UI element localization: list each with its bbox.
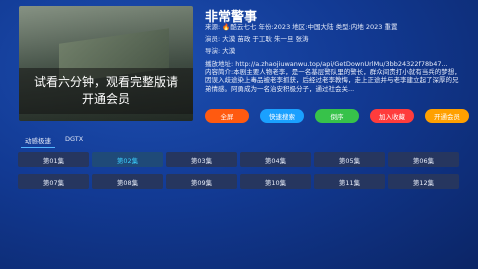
action-buttons: 全屏 快速搜索 倒序 加入收藏 开通会员: [205, 109, 469, 123]
source-tab[interactable]: 动感极速: [21, 133, 55, 148]
desc-label: 内容简介:: [205, 68, 234, 76]
region-value: 中国大陆: [307, 23, 334, 31]
open-membership-button[interactable]: 开通会员: [425, 109, 469, 123]
source-tab[interactable]: DGTX: [61, 133, 87, 148]
source-label: 来源:: [205, 23, 221, 31]
trial-notice-overlay: 试看六分钟，观看完整版请开通会员: [19, 68, 193, 114]
director-label: 导演:: [205, 47, 221, 55]
episode-button[interactable]: 第01集: [18, 152, 89, 167]
episode-grid: 第01集 第02集 第03集 第04集 第05集 第06集 第07集 第08集 …: [18, 152, 459, 189]
source-tabs: 动感极速 DGTX: [21, 133, 87, 148]
episode-button[interactable]: 第08集: [92, 174, 163, 189]
add-favorite-button[interactable]: 加入收藏: [370, 109, 414, 123]
cast-value: 大漠 苗政 于工耿 朱一旦 张涛: [222, 35, 309, 43]
episode-button[interactable]: 第05集: [314, 152, 385, 167]
episode-button[interactable]: 第07集: [18, 174, 89, 189]
fullscreen-button[interactable]: 全屏: [205, 109, 249, 123]
video-player[interactable]: 试看六分钟，观看完整版请开通会员: [19, 6, 193, 121]
episode-button[interactable]: 第04集: [240, 152, 311, 167]
episode-button[interactable]: 第12集: [388, 174, 459, 189]
desc-value: 本剧主要人物老李，是一名基层警队里的警长，群众间责打小就有当兵的梦想，因误入歧途…: [205, 68, 461, 93]
meta-line-url: 播放地址: http://a.zhaojiuwanwu.top/api/GetD…: [205, 58, 448, 68]
description: 内容简介:本剧主要人物老李，是一名基层警队里的警长，群众间责打小就有当兵的梦想，…: [205, 68, 463, 93]
type-label: 类型:: [335, 23, 351, 31]
year-value: 2023: [273, 23, 291, 31]
episode-button[interactable]: 第11集: [314, 174, 385, 189]
source-value: 酷云七七: [230, 23, 257, 31]
episode-button[interactable]: 第10集: [240, 174, 311, 189]
cast-label: 演员:: [205, 35, 221, 43]
url-label: 播放地址:: [205, 60, 234, 68]
type-value: 内地 2023 重置: [350, 23, 398, 31]
episode-button[interactable]: 第03集: [166, 152, 237, 167]
episode-button[interactable]: 第02集: [92, 152, 163, 167]
region-label: 地区:: [292, 23, 308, 31]
year-label: 年份:: [258, 23, 274, 31]
url-value: http://a.zhaojiuwanwu.top/api/GetDownUrl…: [235, 60, 448, 68]
episode-button[interactable]: 第06集: [388, 152, 459, 167]
director-value: 大漠: [222, 47, 236, 55]
episode-button[interactable]: 第09集: [166, 174, 237, 189]
reverse-order-button[interactable]: 倒序: [315, 109, 359, 123]
meta-line-director: 导演: 大漠: [205, 45, 235, 55]
quick-search-button[interactable]: 快速搜索: [260, 109, 304, 123]
meta-line-source: 来源: 🔥酷云七七 年份:2023 地区:中国大陆 类型:内地 2023 重置: [205, 21, 397, 31]
meta-line-cast: 演员: 大漠 苗政 于工耿 朱一旦 张涛: [205, 33, 309, 43]
